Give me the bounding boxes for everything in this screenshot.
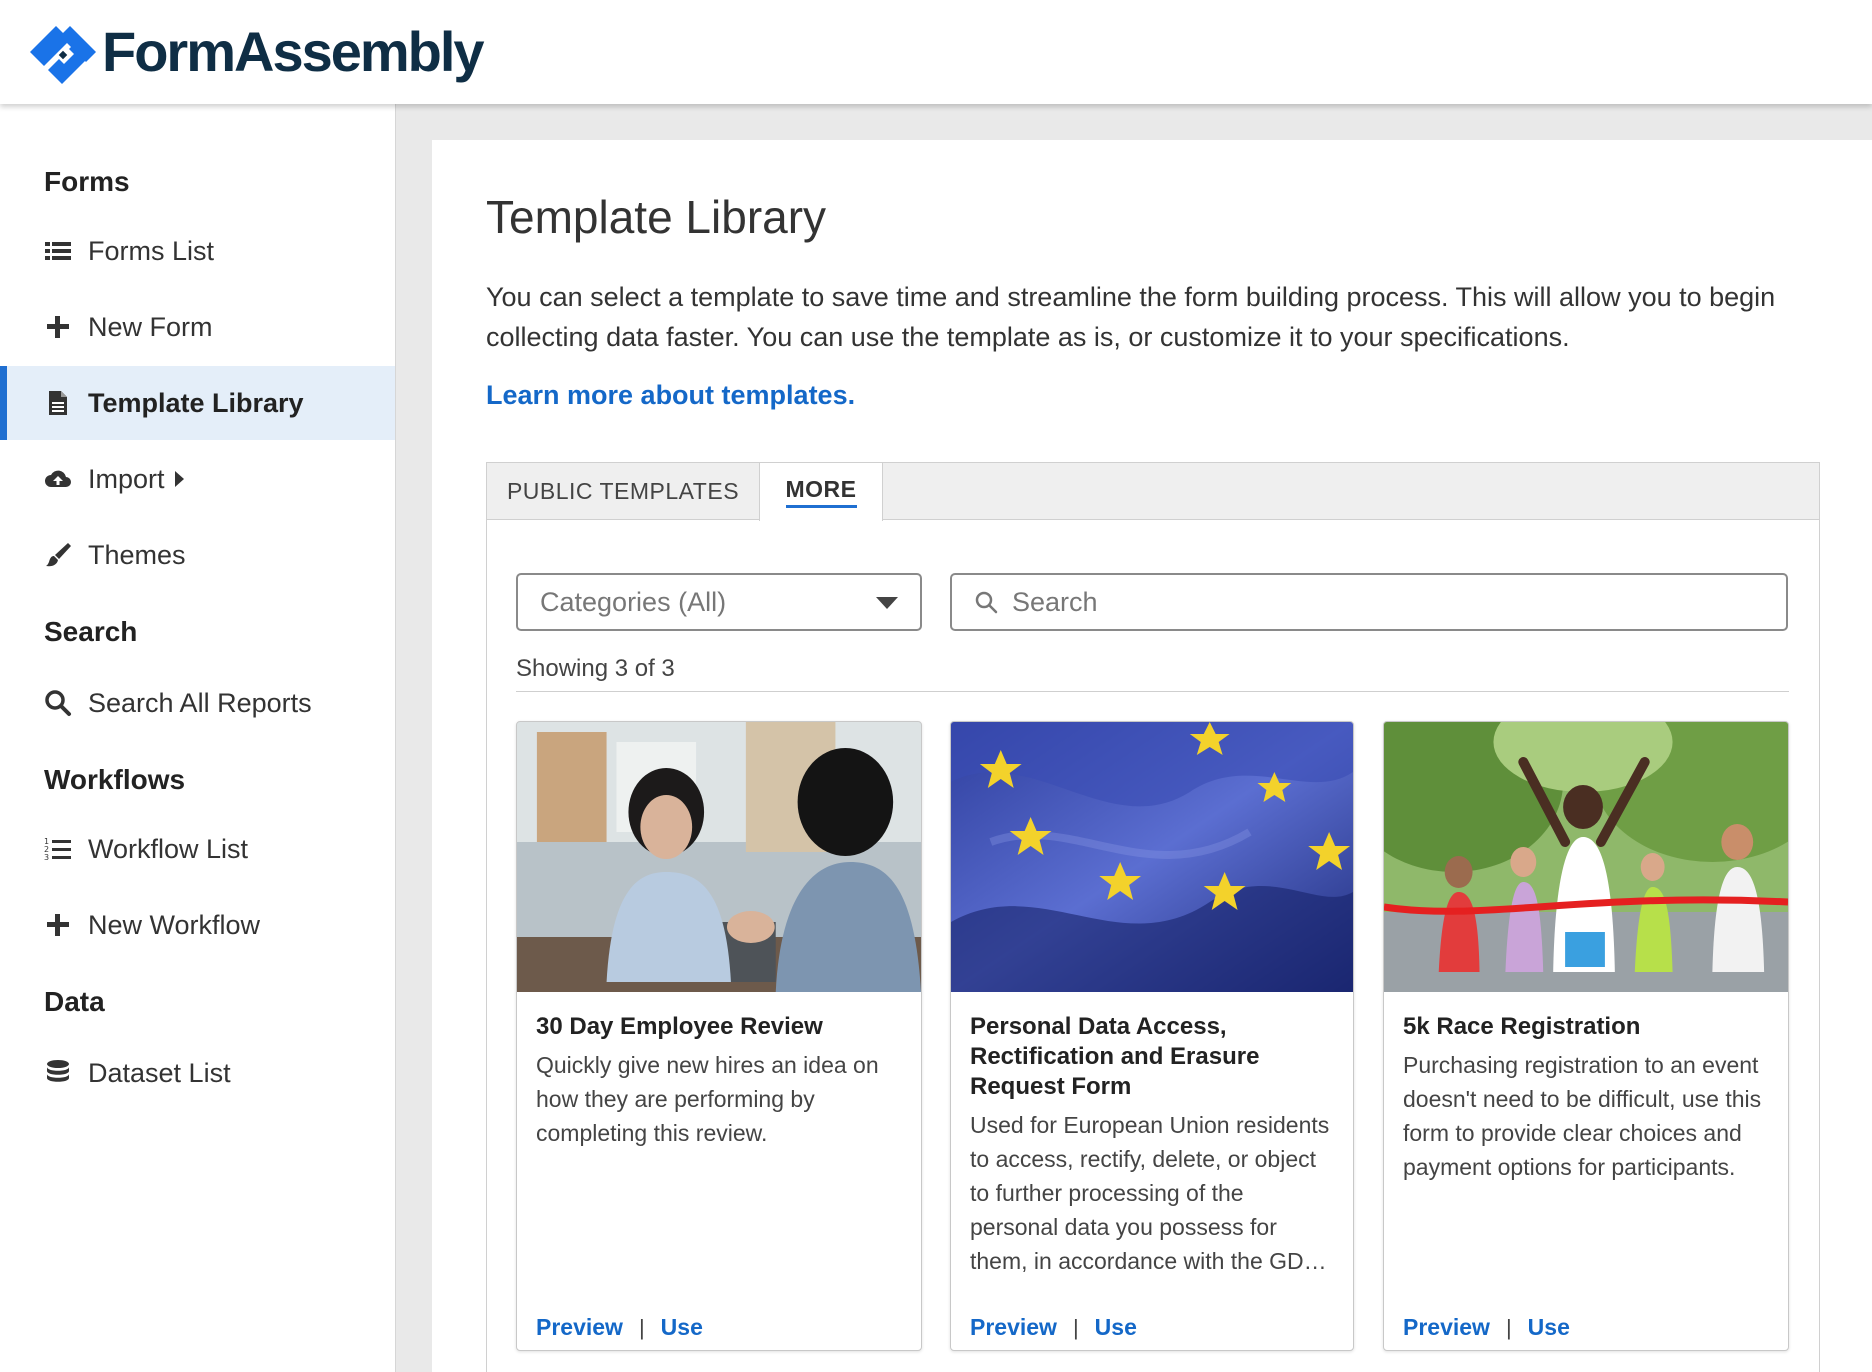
sidebar-item-label: Import xyxy=(88,463,165,494)
tab-label: PUBLIC TEMPLATES xyxy=(506,478,740,504)
logo[interactable]: FormAssembly xyxy=(26,16,485,88)
template-card-employee-review: 30 Day Employee Review Quickly give new … xyxy=(516,721,922,1351)
preview-link[interactable]: Preview xyxy=(970,1314,1057,1341)
search-icon xyxy=(44,689,72,717)
list-icon xyxy=(44,237,72,265)
card-title: Personal Data Access, Rectification and … xyxy=(970,1013,1260,1100)
card-title: 30 Day Employee Review xyxy=(536,1013,823,1040)
race-runners-image xyxy=(1384,722,1788,992)
formassembly-logo-icon xyxy=(30,26,96,84)
use-link[interactable]: Use xyxy=(661,1314,703,1341)
tab-public-templates[interactable]: PUBLIC TEMPLATES xyxy=(487,463,759,520)
tab-bar: PUBLIC TEMPLATES MORE xyxy=(487,463,1819,521)
categories-select-value: Categories (All) xyxy=(540,586,727,617)
card-description: Quickly give new hires an idea on how th… xyxy=(536,1052,879,1146)
sidebar-item-label: Search All Reports xyxy=(88,687,312,718)
sidebar-item-label: Dataset List xyxy=(88,1057,231,1088)
sidebar-item-new-workflow[interactable]: New Workflow xyxy=(0,888,395,962)
card-actions: Preview | Use xyxy=(1403,1314,1570,1341)
search-input[interactable] xyxy=(1012,586,1772,618)
separator: | xyxy=(638,1314,645,1340)
sidebar-item-themes[interactable]: Themes xyxy=(0,518,395,592)
document-icon xyxy=(44,389,72,417)
sidebar-item-dataset-list[interactable]: Dataset List xyxy=(0,1036,395,1110)
sidebar-item-label: Themes xyxy=(88,539,186,570)
card-actions: Preview | Use xyxy=(536,1314,703,1341)
card-actions: Preview | Use xyxy=(970,1314,1137,1341)
plus-icon xyxy=(44,911,72,939)
separator: | xyxy=(1072,1314,1079,1340)
preview-link[interactable]: Preview xyxy=(1403,1314,1490,1341)
sidebar-item-template-library[interactable]: Template Library xyxy=(0,366,395,440)
sidebar-item-label: Forms List xyxy=(88,235,215,266)
sidebar-item-label: Workflow List xyxy=(88,833,249,864)
use-link[interactable]: Use xyxy=(1095,1314,1137,1341)
page-description: You can select a template to save time a… xyxy=(486,282,1776,352)
divider xyxy=(516,691,1789,692)
sidebar: Forms Forms List New Form Template Libra… xyxy=(0,104,396,1372)
tab-more[interactable]: MORE xyxy=(759,463,883,521)
categories-select[interactable]: Categories (All) xyxy=(516,573,922,631)
templates-panel: PUBLIC TEMPLATES MORE Categories (All) S… xyxy=(486,462,1820,1372)
database-icon xyxy=(44,1059,72,1087)
sidebar-heading-forms: Forms xyxy=(44,166,130,197)
numbered-list-icon: 123 xyxy=(44,835,72,863)
results-count: Showing 3 of 3 xyxy=(516,655,675,682)
sidebar-item-label: New Form xyxy=(88,311,213,342)
template-card-race-registration: 5k Race Registration Purchasing registra… xyxy=(1383,721,1789,1351)
chevron-down-icon xyxy=(876,597,898,609)
card-description: Used for European Union residents to acc… xyxy=(970,1112,1330,1274)
page-title: Template Library xyxy=(486,191,827,243)
card-description: Purchasing registration to an event does… xyxy=(1403,1052,1762,1180)
sidebar-heading-search: Search xyxy=(44,616,138,647)
separator: | xyxy=(1505,1314,1512,1340)
brand-name: FormAssembly xyxy=(102,20,485,83)
svg-text:3: 3 xyxy=(44,853,49,862)
preview-link[interactable]: Preview xyxy=(536,1314,623,1341)
card-title: 5k Race Registration xyxy=(1403,1013,1641,1040)
learn-more-link[interactable]: Learn more about templates. xyxy=(486,380,855,411)
sidebar-item-workflow-list[interactable]: 123 Workflow List xyxy=(0,812,395,886)
caret-right-icon xyxy=(174,471,184,487)
plus-icon xyxy=(44,313,72,341)
search-icon xyxy=(975,591,998,614)
sidebar-item-search-all-reports[interactable]: Search All Reports xyxy=(0,666,395,740)
sidebar-heading-data: Data xyxy=(44,986,105,1017)
main-content: Template Library You can select a templa… xyxy=(432,140,1872,1372)
template-card-personal-data: Personal Data Access, Rectification and … xyxy=(950,721,1354,1351)
app-header: FormAssembly xyxy=(0,0,1872,104)
sidebar-item-forms-list[interactable]: Forms List xyxy=(0,214,395,288)
sidebar-item-new-form[interactable]: New Form xyxy=(0,290,395,364)
sidebar-item-label: New Workflow xyxy=(88,909,261,940)
use-link[interactable]: Use xyxy=(1528,1314,1570,1341)
tab-label: MORE xyxy=(785,476,857,508)
eu-flag-image xyxy=(951,722,1353,992)
sidebar-heading-workflows: Workflows xyxy=(44,764,186,795)
employee-review-image xyxy=(517,722,921,992)
cloud-upload-icon xyxy=(44,465,72,493)
sidebar-item-import[interactable]: Import xyxy=(0,442,395,516)
search-field[interactable] xyxy=(950,573,1788,631)
paintbrush-icon xyxy=(44,541,72,569)
sidebar-item-label: Template Library xyxy=(88,387,304,418)
